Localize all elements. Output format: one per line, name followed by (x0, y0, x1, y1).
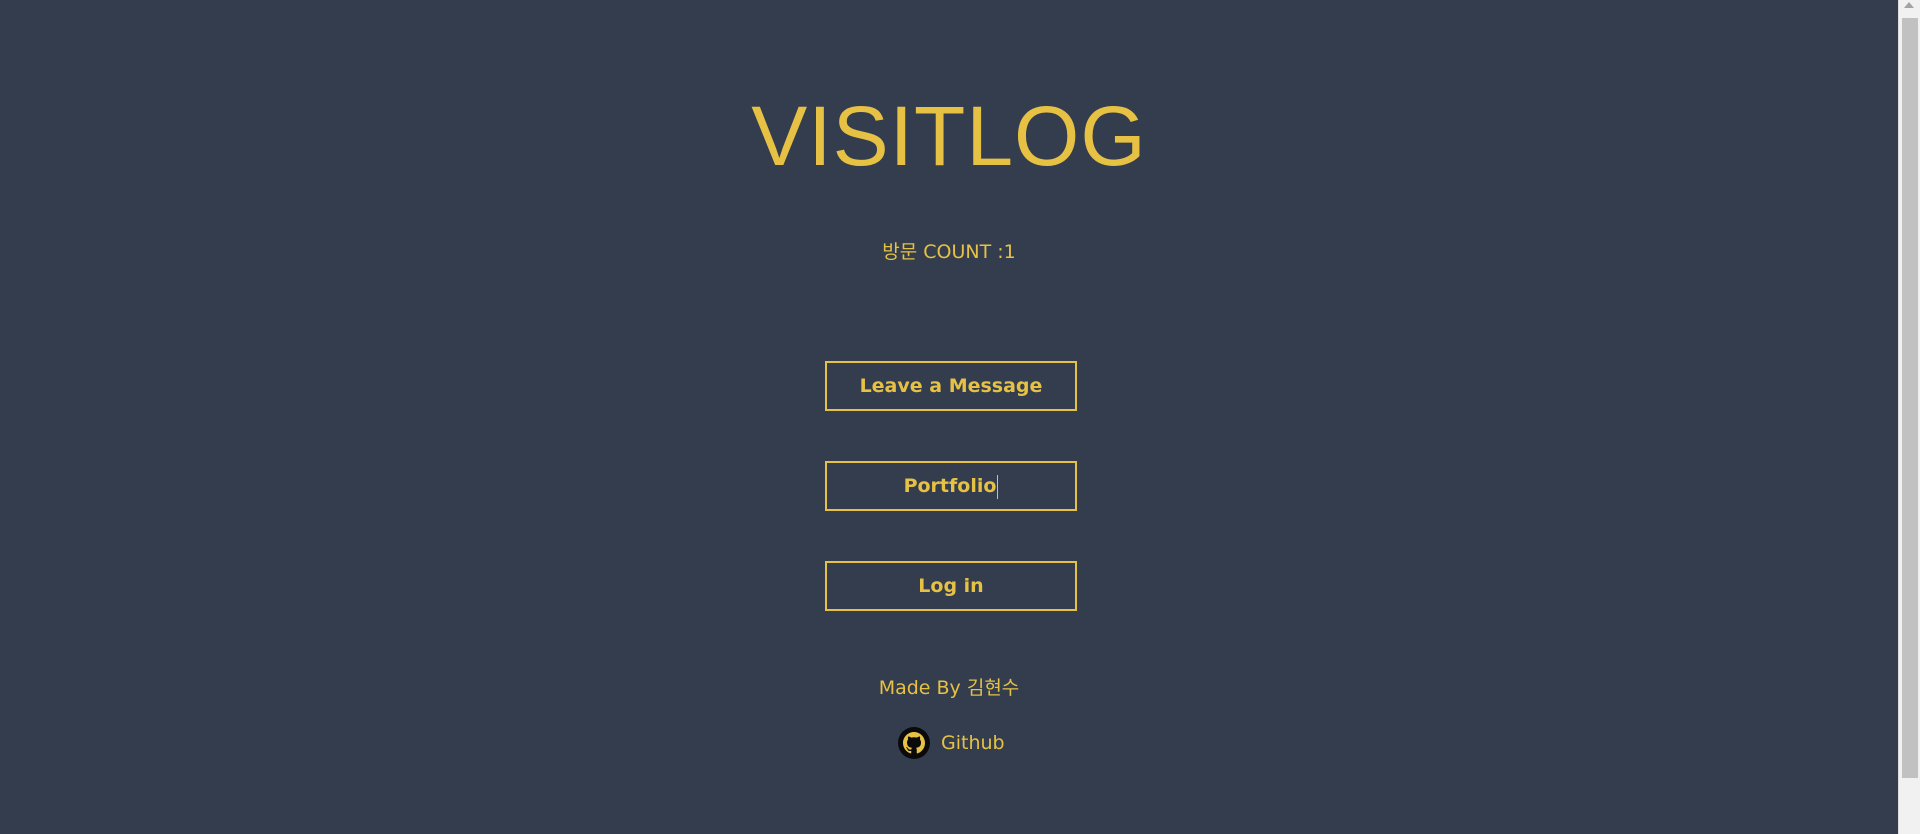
login-label: Log in (918, 575, 984, 597)
leave-message-button[interactable]: Leave a Message (825, 361, 1077, 411)
portfolio-label: Portfolio (903, 475, 997, 497)
made-by-credit: Made By 김현수 (0, 674, 1898, 702)
visit-count: 방문 COUNT :1 (0, 238, 1898, 266)
github-icon (898, 727, 930, 759)
visit-count-label: 방문 COUNT : (882, 241, 1004, 263)
page-viewport: VISITLOG 방문 COUNT :1 Leave a Message Por… (0, 0, 1920, 834)
visit-count-value: 1 (1003, 241, 1016, 263)
vertical-scrollbar[interactable] (1898, 0, 1920, 834)
login-button[interactable]: Log in (825, 561, 1077, 611)
scrollbar-thumb[interactable] (1902, 18, 1918, 778)
author-name: 김현수 (966, 677, 1020, 699)
portfolio-button[interactable]: Portfolio (825, 461, 1077, 511)
github-link[interactable]: Github (898, 726, 1005, 760)
text-cursor (997, 474, 999, 499)
github-label: Github (941, 732, 1005, 754)
page-title: VISITLOG (751, 89, 1147, 183)
scroll-up-arrow-icon[interactable] (1904, 2, 1914, 8)
made-by-label: Made By (878, 677, 967, 699)
leave-message-label: Leave a Message (859, 375, 1043, 397)
